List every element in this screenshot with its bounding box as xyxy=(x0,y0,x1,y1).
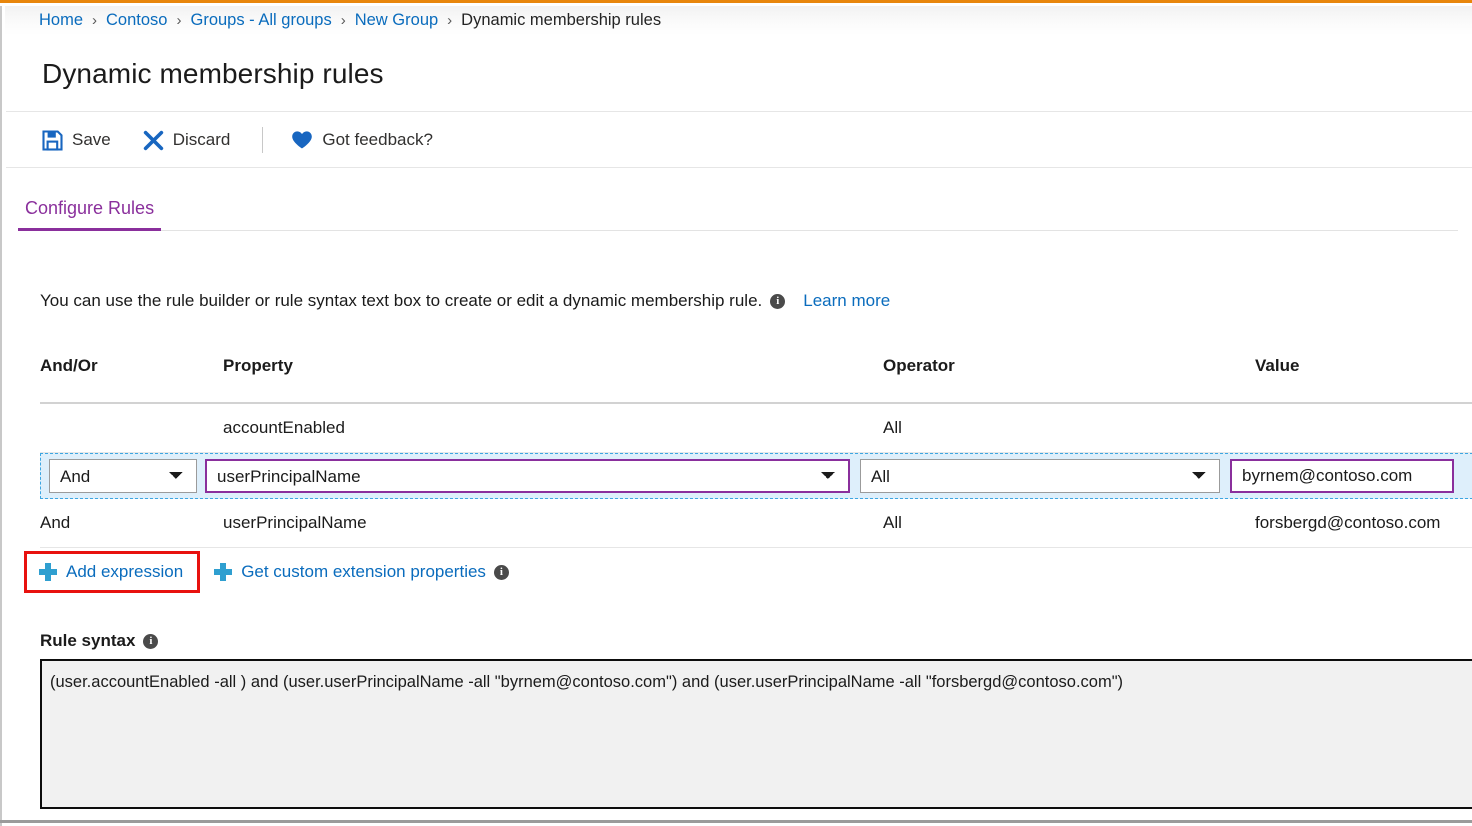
command-bar: Save Discard Got feedback? xyxy=(6,113,1472,168)
page-title: Dynamic membership rules xyxy=(42,58,384,90)
property-select[interactable]: userPrincipalName xyxy=(205,459,850,493)
row-property: userPrincipalName xyxy=(220,513,883,533)
breadcrumb-item-groups-all-groups[interactable]: Groups - All groups xyxy=(190,11,331,30)
tab-configure-rules-label: Configure Rules xyxy=(25,198,154,218)
rule-syntax-label-row: Rule syntax i xyxy=(40,631,162,651)
command-bar-divider xyxy=(262,127,263,153)
rule-syntax-textarea[interactable]: (user.accountEnabled -all ) and (user.us… xyxy=(40,659,1472,809)
blade-left-rail xyxy=(0,6,5,826)
table-row[interactable]: accountEnabled All xyxy=(40,404,1472,453)
intro-text: You can use the rule builder or rule syn… xyxy=(40,291,762,311)
breadcrumb-separator-icon: › xyxy=(92,12,97,29)
rules-table: And/Or Property Operator Value accountEn… xyxy=(40,356,1472,548)
save-button-label: Save xyxy=(72,130,111,150)
plus-icon xyxy=(39,563,57,581)
row-value-cell xyxy=(1220,459,1454,493)
table-header-row: And/Or Property Operator Value xyxy=(40,356,1472,404)
got-feedback-button-label: Got feedback? xyxy=(322,130,433,150)
breadcrumb-item-new-group[interactable]: New Group xyxy=(355,11,438,30)
breadcrumb: Home › Contoso › Groups - All groups › N… xyxy=(5,6,1472,35)
add-expression-button[interactable]: Add expression xyxy=(39,562,183,582)
column-header-andor: And/Or xyxy=(40,356,220,376)
table-row-editing[interactable]: And userPrincipalName All xyxy=(40,453,1472,499)
table-row[interactable]: And userPrincipalName All forsbergd@cont… xyxy=(40,499,1472,548)
row-operator: All xyxy=(883,418,1255,438)
blade-content: You can use the rule builder or rule syn… xyxy=(6,231,1472,823)
row-operator: All xyxy=(883,513,1255,533)
row-operator-cell: All xyxy=(850,459,1220,493)
plus-icon xyxy=(214,563,232,581)
heart-icon xyxy=(291,130,313,150)
value-input[interactable] xyxy=(1230,459,1454,493)
breadcrumb-item-contoso[interactable]: Contoso xyxy=(106,11,167,30)
portal-blade: Home › Contoso › Groups - All groups › N… xyxy=(0,0,1472,823)
rule-syntax-label: Rule syntax xyxy=(40,631,135,651)
annotation-highlight-box: Add expression xyxy=(24,551,200,593)
discard-button[interactable]: Discard xyxy=(143,130,231,151)
learn-more-link[interactable]: Learn more xyxy=(803,291,890,311)
breadcrumb-separator-icon: › xyxy=(341,12,346,29)
get-custom-extension-properties-button[interactable]: Get custom extension properties xyxy=(214,562,486,582)
tab-configure-rules[interactable]: Configure Rules xyxy=(18,198,161,231)
breadcrumb-separator-icon: › xyxy=(176,12,181,29)
column-header-value: Value xyxy=(1255,356,1472,376)
blade-title-band: Dynamic membership rules xyxy=(6,36,1472,112)
andor-select[interactable]: And xyxy=(49,459,197,493)
save-button[interactable]: Save xyxy=(42,130,111,151)
row-andor: And xyxy=(40,513,220,533)
save-floppy-icon xyxy=(42,130,63,151)
discard-button-label: Discard xyxy=(173,130,231,150)
got-feedback-button[interactable]: Got feedback? xyxy=(291,130,433,150)
row-value: forsbergd@contoso.com xyxy=(1255,513,1472,533)
add-expression-row: Add expression Get custom extension prop… xyxy=(24,551,513,593)
breadcrumb-item-current: Dynamic membership rules xyxy=(461,11,661,30)
operator-select[interactable]: All xyxy=(860,459,1220,493)
breadcrumb-separator-icon: › xyxy=(447,12,452,29)
info-icon[interactable]: i xyxy=(770,294,785,309)
add-expression-label: Add expression xyxy=(66,562,183,582)
row-property-cell: userPrincipalName xyxy=(197,459,850,493)
breadcrumb-item-home[interactable]: Home xyxy=(39,11,83,30)
info-icon[interactable]: i xyxy=(143,634,158,649)
tab-bar: Configure Rules xyxy=(6,169,1472,231)
get-custom-extension-properties-group: Get custom extension properties i xyxy=(214,562,513,582)
column-header-property: Property xyxy=(220,356,883,376)
close-x-icon xyxy=(143,130,164,151)
column-header-operator: Operator xyxy=(883,356,1255,376)
intro-text-row: You can use the rule builder or rule syn… xyxy=(40,291,890,311)
row-property: accountEnabled xyxy=(220,418,883,438)
get-custom-extension-properties-label: Get custom extension properties xyxy=(241,562,486,582)
row-andor-cell: And xyxy=(41,459,197,493)
info-icon[interactable]: i xyxy=(494,565,509,580)
